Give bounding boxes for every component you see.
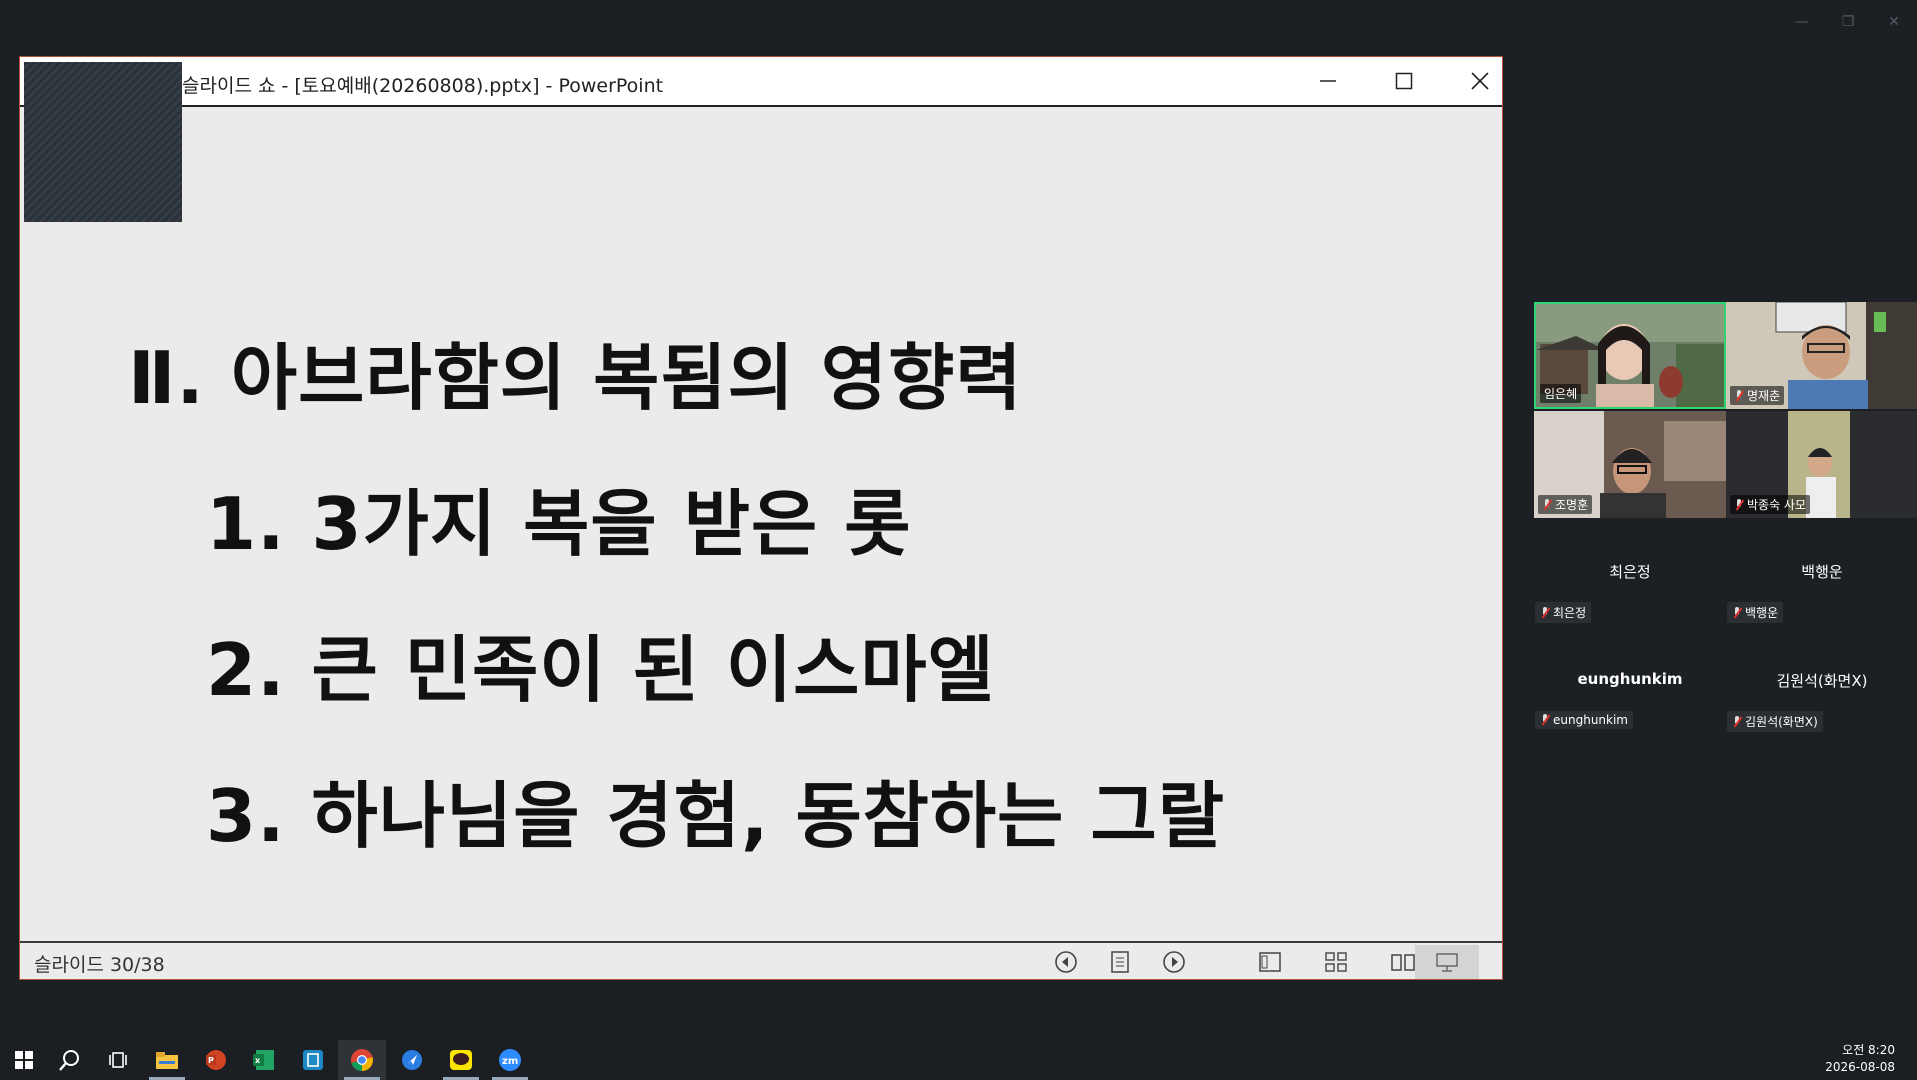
participant-tile-5[interactable]: 최은정 [1535,602,1592,623]
system-clock[interactable]: 오전 8:20 2026-08-08 [1825,1042,1895,1076]
slideshow-view-button[interactable] [1415,945,1479,979]
slide-menu-button[interactable] [1097,945,1143,979]
file-explorer-icon[interactable] [143,1040,191,1080]
minimize-icon[interactable]: — [1779,0,1825,44]
chrome-icon[interactable] [338,1040,386,1080]
ppt-window-title: 슬라이드 쇼 - [토요예배(20260808).pptx] - PowerPo… [182,75,664,97]
restore-icon[interactable]: ❐ [1825,0,1871,44]
excel-icon[interactable]: x [240,1040,288,1080]
windows-taskbar: P x zm 오전 8:20 2026-08-08 [0,1040,1917,1080]
windows-start-icon[interactable] [0,1040,48,1080]
svg-text:zm: zm [502,1056,518,1067]
ppt-minimize-button[interactable] [1290,57,1366,105]
participant-name-heading: 최은정 [1609,563,1651,581]
app-icon[interactable] [289,1040,337,1080]
close-icon[interactable]: ✕ [1871,0,1917,44]
ppt-close-button[interactable] [1442,57,1518,105]
zoom-icon[interactable]: zm [486,1040,534,1080]
participant-name-heading: 백행운 [1801,563,1843,581]
participant-name-label: 조명훈 [1538,495,1593,514]
maximize-icon [1395,72,1413,90]
search-icon[interactable] [46,1040,94,1080]
ppt-titlebar: 슬라이드 쇼 - [토요예배(20260808).pptx] - PowerPo… [20,57,1502,107]
muted-mic-icon [1540,606,1550,619]
participant-name-label: 명재춘 [1730,386,1785,405]
slide-item-3: 3. 하나님을 경험, 동참하는 그랄 [206,774,1225,858]
muted-mic-icon [1732,606,1742,619]
book-icon [1391,954,1415,971]
muted-mic-icon [1732,715,1742,728]
previous-slide-button[interactable] [1043,945,1089,979]
muted-mic-icon [1540,714,1550,726]
svg-text:x: x [255,1056,261,1065]
slide-canvas[interactable]: Ⅱ. 아브라함의 복됨의 영향력 1. 3가지 복을 받은 롯 2. 큰 민족이… [20,107,1502,941]
svg-text:P: P [208,1056,214,1065]
participant-tile-3[interactable]: 조명훈 [1534,411,1726,518]
zoom-window-controls: — ❐ ✕ [1779,0,1917,44]
powerpoint-icon[interactable]: P [192,1040,240,1080]
clock-date: 2026-08-08 [1825,1060,1895,1074]
slide-item-2: 2. 큰 민족이 된 이스마엘 [206,628,995,712]
participant-name-label: 박종숙 사모 [1730,495,1811,514]
participant-name-heading: 김원석(화면X) [1776,672,1868,690]
muted-mic-icon [1734,389,1744,402]
participant-tile-8[interactable]: 김원석(화면X) [1727,711,1823,732]
grid-icon [1325,952,1347,972]
muted-mic-icon [1542,498,1552,511]
participant-tile-6[interactable]: 백행운 [1727,602,1784,623]
next-slide-button[interactable] [1151,945,1197,979]
ppt-status-bar: 슬라이드 30/38 [20,941,1502,979]
participant-tile-1[interactable]: 임은혜 [1534,302,1726,409]
close-icon [1471,72,1489,90]
app-arrow-icon[interactable] [388,1040,436,1080]
normal-view-icon [1259,952,1281,972]
kakaotalk-icon[interactable] [437,1040,485,1080]
ppt-maximize-button[interactable] [1366,57,1442,105]
slide-item-1: 1. 3가지 복을 받은 롯 [206,482,912,566]
minimize-icon [1320,80,1336,82]
next-arrow-icon [1163,951,1185,973]
slide-heading: Ⅱ. 아브라함의 복됨의 영향력 [128,336,1023,420]
presenter-thumbnail [24,62,182,222]
menu-icon [1111,951,1129,973]
task-view-icon[interactable] [94,1040,142,1080]
previous-arrow-icon [1055,951,1077,973]
powerpoint-slideshow-window: 슬라이드 쇼 - [토요예배(20260808).pptx] - PowerPo… [19,56,1503,980]
slide-counter: 슬라이드 30/38 [34,954,165,976]
normal-view-button[interactable] [1247,945,1293,979]
participant-tile-7[interactable]: eunghunkim [1535,711,1633,729]
clock-time: 오전 8:20 [1842,1043,1895,1057]
participant-name-label: 임은혜 [1540,384,1582,403]
slide-sorter-button[interactable] [1313,945,1359,979]
participant-tile-4[interactable]: 박종숙 사모 [1726,411,1917,518]
presentation-icon [1436,953,1458,972]
participant-name-heading: eunghunkim [1577,670,1683,688]
participant-tile-2[interactable]: 명재춘 [1726,302,1917,409]
muted-mic-icon [1734,498,1744,511]
